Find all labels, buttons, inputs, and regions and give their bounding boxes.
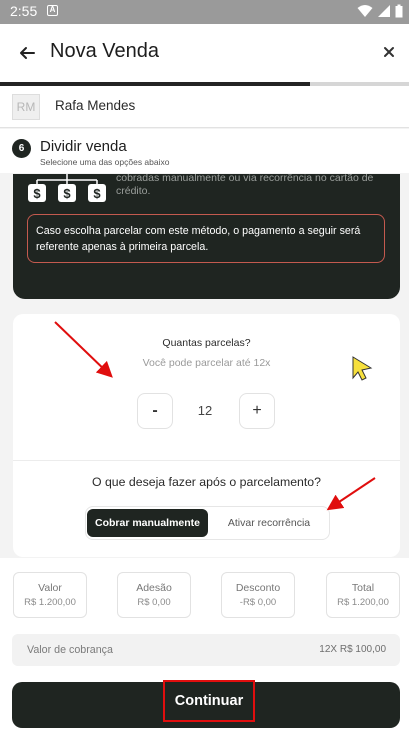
svg-text:$: $ [33, 186, 41, 201]
status-time: 2:55 [10, 3, 38, 19]
svg-text:$: $ [93, 186, 101, 201]
system-icons [357, 4, 403, 18]
charge-mode-toggle: Cobrar manualmente Ativar recorrência [85, 506, 330, 540]
warning-box: Caso escolha parcelar com este método, o… [27, 214, 385, 263]
wifi-icon [357, 5, 373, 17]
divider [13, 460, 400, 461]
summary-desconto: Desconto -R$ 0,00 [221, 572, 295, 618]
app-bar: Nova Venda [0, 24, 409, 82]
summary-label: Total [351, 582, 375, 594]
close-icon[interactable] [379, 42, 399, 62]
step-subtitle: Selecione uma das opções abaixo [40, 157, 170, 167]
summary-total: Total R$ 1.200,00 [326, 572, 400, 618]
summary-label: Valor [38, 582, 62, 594]
summary-panel: Valor R$ 1.200,00 Adesão R$ 0,00 Descont… [0, 558, 409, 738]
option-manual-charge[interactable]: Cobrar manualmente [87, 509, 208, 537]
installments-count: 12 [197, 403, 213, 418]
step-title: Dividir venda [40, 138, 127, 155]
page-title: Nova Venda [50, 40, 159, 62]
summary-value: R$ 1.200,00 [24, 597, 76, 608]
info-description: Separe o pagamento por parcelas que pode… [116, 174, 374, 197]
summary-value: R$ 1.200,00 [337, 597, 389, 608]
svg-text:$: $ [63, 186, 71, 201]
arrow-left-icon[interactable] [14, 40, 40, 66]
summary-valor: Valor R$ 1.200,00 [13, 572, 87, 618]
summary-label: Adesão [136, 582, 172, 594]
after-installments-question: O que deseja fazer após o parcelamento? [91, 475, 321, 489]
installments-tree-icon: $ $ $ [28, 174, 106, 202]
content-scroll[interactable]: $ $ $ Separe o pagamento por parcelas qu… [0, 174, 409, 558]
customer-row: RM Rafa Mendes [0, 86, 409, 128]
installments-card: Quantas parcelas? Você pode parcelar até… [13, 314, 400, 557]
continue-label: Continuar [163, 680, 255, 722]
summary-adesao: Adesão R$ 0,00 [117, 572, 191, 618]
signal-icon [378, 5, 390, 17]
step-header: 6 Dividir venda Selecione uma das opções… [0, 129, 409, 173]
charge-row: Valor de cobrança 12X R$ 100,00 [12, 634, 400, 666]
customer-name: Rafa Mendes [55, 98, 136, 113]
installments-question: Quantas parcelas? [162, 337, 251, 349]
avatar: RM [12, 94, 40, 120]
option-recurrence[interactable]: Ativar recorrência [210, 509, 328, 537]
battery-icon [395, 4, 403, 18]
charge-value: 12X R$ 100,00 [319, 644, 386, 655]
status-bar: 2:55 A [0, 0, 409, 24]
step-number: 6 [12, 139, 31, 158]
installments-hint: Você pode parcelar até 12x [142, 357, 271, 369]
summary-value: -R$ 0,00 [239, 597, 277, 608]
summary-label: Desconto [235, 582, 281, 594]
charge-label: Valor de cobrança [27, 644, 113, 656]
decrement-button[interactable]: - [137, 393, 173, 429]
notification-icon: A [47, 5, 58, 16]
continue-button[interactable]: Continuar [12, 680, 400, 728]
summary-value: R$ 0,00 [137, 597, 171, 608]
increment-button[interactable]: + [239, 393, 275, 429]
info-card: $ $ $ Separe o pagamento por parcelas qu… [13, 174, 400, 299]
